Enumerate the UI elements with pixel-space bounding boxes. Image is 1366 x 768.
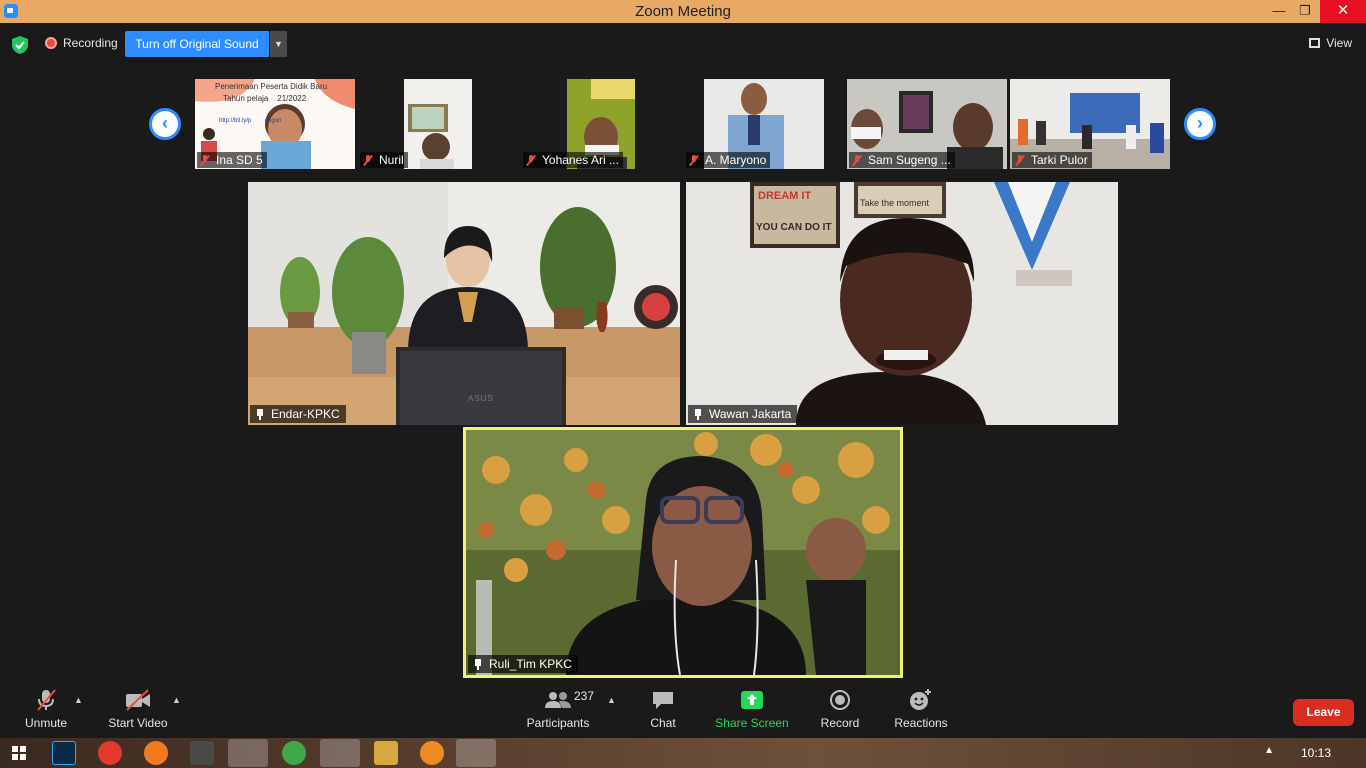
active-speaker-tile[interactable]: Ruli_Tim KPKC [463, 427, 903, 678]
participants-label: Participants [526, 716, 590, 730]
wall-sign-text: DREAM IT [758, 190, 812, 202]
slide-link: http://bit.ly/p angun [219, 118, 282, 124]
participant-name-label: A. Maryono [686, 152, 771, 168]
mic-muted-icon [363, 155, 373, 165]
video-feed [466, 430, 900, 675]
meeting-topbar: Recording Turn off Original Sound ▼ View [0, 23, 1366, 67]
reactions-label: Reactions [894, 716, 948, 730]
original-sound-button[interactable]: Turn off Original Sound [125, 31, 269, 57]
participant-video-tile[interactable]: DREAM IT YOU CAN DO IT Take the moment W… [686, 182, 1118, 425]
record-label: Record [820, 716, 860, 730]
participant-thumbnail[interactable]: Penerimaan Peserta Didik Baru Tahun pela… [195, 79, 355, 169]
mic-muted-icon [852, 155, 862, 165]
mic-muted-icon [526, 155, 536, 165]
mic-muted-icon [1015, 155, 1025, 165]
strip-next-button[interactable]: › [1184, 108, 1216, 140]
reactions-icon [910, 689, 931, 710]
slide-subtitle: Tahun pelaja 21/2022 [223, 94, 307, 103]
meeting-toolbar: Unmute ▲ Start Video ▲ 237 Participants … [0, 683, 1366, 738]
participant-name-label: Ina SD 5 [197, 152, 267, 168]
mic-muted-icon [200, 155, 210, 165]
media-player-icon[interactable] [190, 741, 214, 765]
word-icon[interactable] [320, 739, 360, 767]
video-feed [686, 182, 1118, 425]
participant-name-label: Sam Sugeng ... [849, 152, 955, 168]
participant-name-label: Ruli_Tim KPKC [468, 655, 578, 673]
participants-icon [545, 692, 571, 708]
taskbar-clock[interactable]: 10:13 [1301, 746, 1331, 760]
leave-button[interactable]: Leave [1293, 699, 1354, 726]
participants-count: 237 [574, 689, 595, 703]
pin-icon [693, 408, 703, 420]
unmute-label: Unmute [24, 716, 68, 730]
search-app-icon[interactable] [420, 741, 444, 765]
participant-thumbnail[interactable]: Yohanes Ari ... [521, 79, 681, 169]
participant-thumbnail[interactable]: Tarki Pulor [1010, 79, 1170, 169]
close-button[interactable]: ✕ [1320, 0, 1366, 23]
screen-recorder-icon[interactable] [98, 741, 122, 765]
security-shield-icon[interactable] [12, 36, 28, 54]
participants-button[interactable]: 237 Participants [522, 687, 594, 730]
unmute-button[interactable]: Unmute [18, 687, 74, 730]
maximize-button[interactable]: ❐ [1290, 0, 1320, 23]
share-screen-label: Share Screen [715, 716, 789, 730]
strip-prev-button[interactable]: ‹ [149, 108, 181, 140]
laptop-brand: ASUS [468, 394, 494, 403]
chat-icon [653, 692, 673, 709]
record-button[interactable]: Record [814, 687, 866, 730]
participant-thumbnail[interactable]: Nuril [358, 79, 518, 169]
pin-icon [473, 658, 483, 670]
reactions-button[interactable]: Reactions [890, 687, 952, 730]
chrome-icon[interactable] [282, 741, 306, 765]
participant-video-tile[interactable]: ASUS Endar-KPKC [248, 182, 680, 425]
participant-thumbnail[interactable]: A. Maryono [684, 79, 844, 169]
firefox-icon[interactable] [144, 741, 168, 765]
recording-indicator[interactable]: Recording [45, 36, 118, 50]
slide-title: Penerimaan Peserta Didik Baru [215, 82, 328, 91]
participant-name-label: Endar-KPKC [250, 405, 346, 423]
mic-muted-icon [37, 689, 56, 711]
original-sound-dropdown-icon[interactable]: ▼ [270, 31, 287, 57]
participant-name-label: Tarki Pulor [1012, 152, 1092, 168]
windows-taskbar: ▲ 10:13 [0, 738, 1366, 768]
share-screen-icon [741, 691, 763, 709]
chat-label: Chat [650, 716, 676, 730]
video-options-caret-icon[interactable]: ▲ [172, 695, 181, 705]
start-video-label: Start Video [108, 716, 168, 730]
participant-name-label: Nuril [360, 152, 408, 168]
tray-caret-icon[interactable]: ▲ [1264, 745, 1274, 756]
window-title: Zoom Meeting [635, 3, 731, 20]
audio-options-caret-icon[interactable]: ▲ [74, 695, 83, 705]
mic-muted-icon [689, 155, 699, 165]
app-icon[interactable] [374, 741, 398, 765]
video-feed [248, 182, 680, 425]
participants-options-caret-icon[interactable]: ▲ [607, 695, 616, 705]
photoshop-icon[interactable] [52, 741, 76, 765]
chat-button[interactable]: Chat [640, 687, 686, 730]
record-icon [830, 690, 850, 710]
grid-view-icon [1309, 38, 1321, 48]
participant-name-label: Yohanes Ari ... [523, 152, 623, 168]
wall-sign-text: YOU CAN DO IT [756, 222, 832, 233]
file-explorer-icon[interactable] [228, 739, 268, 767]
record-dot-icon [45, 37, 57, 49]
view-label: View [1326, 36, 1352, 50]
recording-label: Recording [63, 36, 118, 50]
zoom-taskbar-icon[interactable] [456, 739, 496, 767]
video-off-icon [126, 689, 150, 711]
share-screen-button[interactable]: Share Screen [712, 687, 792, 730]
wall-sign-text: Take the moment [860, 198, 930, 208]
view-button[interactable]: View [1309, 36, 1352, 50]
start-video-button[interactable]: Start Video [104, 687, 172, 730]
window-titlebar: Zoom Meeting — ❐ ✕ [0, 0, 1366, 23]
participant-thumbnail[interactable]: Sam Sugeng ... [847, 79, 1007, 169]
pin-icon [255, 408, 265, 420]
windows-start-icon[interactable] [12, 746, 26, 760]
participant-name-label: Wawan Jakarta [688, 405, 798, 423]
